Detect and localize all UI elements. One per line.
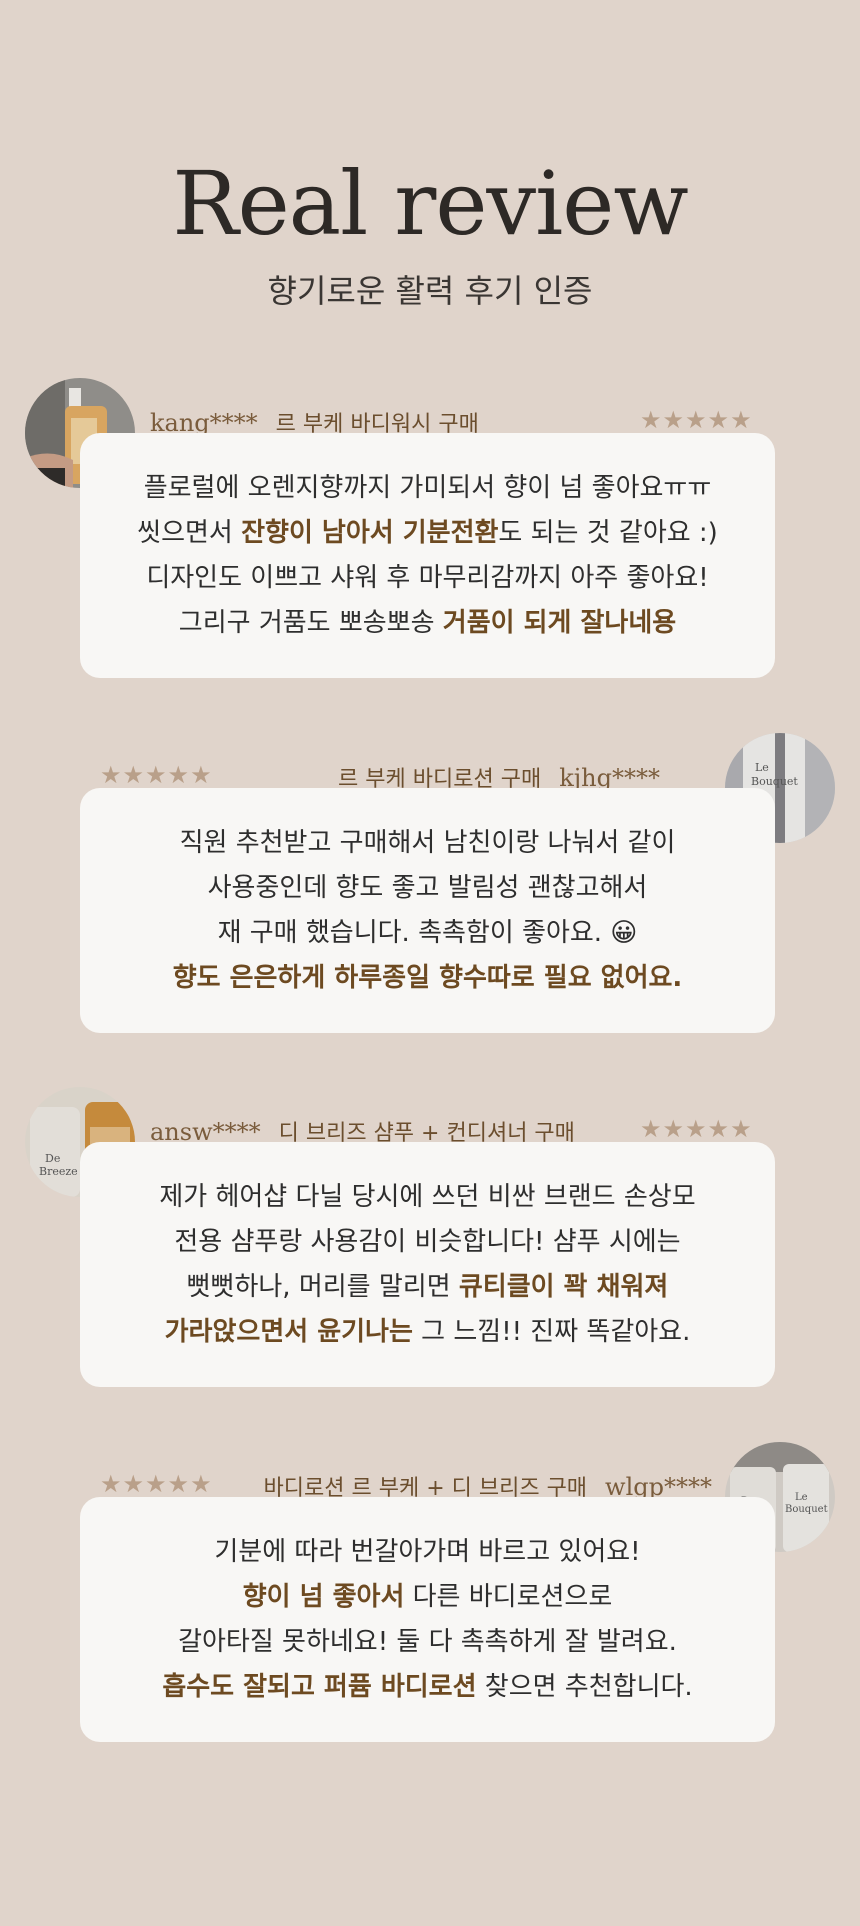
rating-stars: ★★★★★ bbox=[100, 761, 213, 789]
review-highlight-text: 잔향이 남아서 기분전환 bbox=[241, 517, 499, 548]
rating-stars: ★★★★★ bbox=[640, 406, 753, 434]
review-text-line: 뻣뻣하나, 머리를 말리면 큐티클이 꽉 채워져 bbox=[187, 1265, 669, 1310]
review-text-line: 직원 추천받고 구매해서 남친이랑 나눠서 같이 bbox=[180, 821, 676, 866]
review-text-line: 디자인도 이쁘고 샤워 후 마무리감까지 아주 좋아요! bbox=[146, 556, 708, 601]
review-text: 도 되는 것 같아요 :) bbox=[498, 517, 718, 548]
svg-text:Le: Le bbox=[755, 761, 769, 774]
review-text-line: 제가 헤어샵 다닐 당시에 쓰던 비싼 브랜드 손상모 bbox=[159, 1175, 695, 1220]
review-text-line: 씻으면서 잔향이 남아서 기분전환도 되는 것 같아요 :) bbox=[137, 511, 718, 556]
review-text-line: 전용 샴푸랑 사용감이 비슷합니다! 샴푸 시에는 bbox=[174, 1220, 680, 1265]
rating-stars: ★★★★★ bbox=[640, 1115, 753, 1143]
review-text: 그리구 거품도 뽀송뽀송 bbox=[178, 607, 443, 638]
svg-text:Bouquet: Bouquet bbox=[785, 1504, 828, 1515]
review-highlight-text: 큐티클이 꽉 채워져 bbox=[458, 1271, 669, 1302]
hero-section: Real review 향기로운 활력 후기 인증 bbox=[0, 160, 860, 312]
svg-text:De: De bbox=[45, 1152, 60, 1165]
review-text-line: 그리구 거품도 뽀송뽀송 거품이 되게 잘나네용 bbox=[179, 601, 676, 646]
svg-text:Le: Le bbox=[795, 1492, 808, 1503]
review-text: 사용중인데 향도 좋고 발림성 괜찮고해서 bbox=[207, 872, 648, 903]
svg-text:Breeze: Breeze bbox=[39, 1165, 78, 1178]
review-card: 플로럴에 오렌지향까지 가미되서 향이 넘 좋아요ㅠㅠ 씻으면서 잔향이 남아서 … bbox=[80, 433, 775, 678]
review-text: 제가 헤어샵 다닐 당시에 쓰던 비싼 브랜드 손상모 bbox=[159, 1181, 696, 1212]
review-text: 씻으면서 bbox=[137, 517, 242, 548]
review-text-line: 사용중인데 향도 좋고 발림성 괜찮고해서 bbox=[208, 866, 648, 911]
review-text: 다른 바디로션으로 bbox=[404, 1581, 613, 1612]
review-text-line: 가라앉으면서 윤기나는 그 느낌!! 진짜 똑같아요. bbox=[165, 1310, 691, 1355]
review-text: 전용 샴푸랑 사용감이 비슷합니다! 샴푸 시에는 bbox=[174, 1226, 681, 1257]
review-text: 플로럴에 오렌지향까지 가미되서 향이 넘 좋아요ㅠㅠ bbox=[143, 472, 712, 503]
review-text-line: 향도 은은하게 하루종일 향수따로 필요 없어요. bbox=[173, 956, 683, 1001]
review-text: 기분에 따라 번갈아가며 바르고 있어요! bbox=[214, 1536, 641, 1567]
review-text: 갈아타질 못하네요! 둘 다 촉촉하게 잘 발려요. bbox=[178, 1626, 677, 1657]
review-text: 재 구매 했습니다. 촉촉함이 좋아요. 😀 bbox=[217, 917, 638, 948]
page-title: Real review bbox=[172, 152, 688, 255]
review-highlight-text: 거품이 되게 잘나네용 bbox=[442, 607, 677, 638]
review-text: 찾으면 추천합니다. bbox=[476, 1671, 693, 1702]
review-highlight-text: 흡수도 잘되고 퍼퓸 바디로션 bbox=[162, 1671, 477, 1702]
svg-text:Bouquet: Bouquet bbox=[751, 775, 798, 788]
review-card: 직원 추천받고 구매해서 남친이랑 나눠서 같이사용중인데 향도 좋고 발림성 … bbox=[80, 788, 775, 1033]
review-text-line: 기분에 따라 번갈아가며 바르고 있어요! bbox=[214, 1530, 640, 1575]
review-text: 직원 추천받고 구매해서 남친이랑 나눠서 같이 bbox=[179, 827, 676, 858]
review-highlight-text: 향도 은은하게 하루종일 향수따로 필요 없어요. bbox=[172, 962, 683, 993]
review-text-line: 갈아타질 못하네요! 둘 다 촉촉하게 잘 발려요. bbox=[178, 1620, 677, 1665]
review-highlight-text: 가라앉으면서 윤기나는 bbox=[164, 1316, 413, 1347]
page-subtitle: 향기로운 활력 후기 인증 bbox=[267, 272, 593, 310]
review-highlight-text: 향이 넘 좋아서 bbox=[242, 1581, 405, 1612]
review-text: 뻣뻣하나, 머리를 말리면 bbox=[186, 1271, 459, 1302]
review-text-line: 플로럴에 오렌지향까지 가미되서 향이 넘 좋아요ㅠㅠ bbox=[144, 466, 712, 511]
rating-stars: ★★★★★ bbox=[100, 1470, 213, 1498]
review-card: 제가 헤어샵 다닐 당시에 쓰던 비싼 브랜드 손상모전용 샴푸랑 사용감이 비… bbox=[80, 1142, 775, 1387]
review-text-line: 흡수도 잘되고 퍼퓸 바디로션 찾으면 추천합니다. bbox=[162, 1665, 692, 1710]
review-card: 기분에 따라 번갈아가며 바르고 있어요! 향이 넘 좋아서 다른 바디로션으로갈… bbox=[80, 1497, 775, 1742]
review-text-line: 재 구매 했습니다. 촉촉함이 좋아요. 😀 bbox=[218, 911, 638, 956]
review-text: 디자인도 이쁘고 샤워 후 마무리감까지 아주 좋아요! bbox=[146, 562, 709, 593]
review-text-line: 향이 넘 좋아서 다른 바디로션으로 bbox=[243, 1575, 613, 1620]
review-text: 그 느낌!! 진짜 똑같아요. bbox=[412, 1316, 691, 1347]
